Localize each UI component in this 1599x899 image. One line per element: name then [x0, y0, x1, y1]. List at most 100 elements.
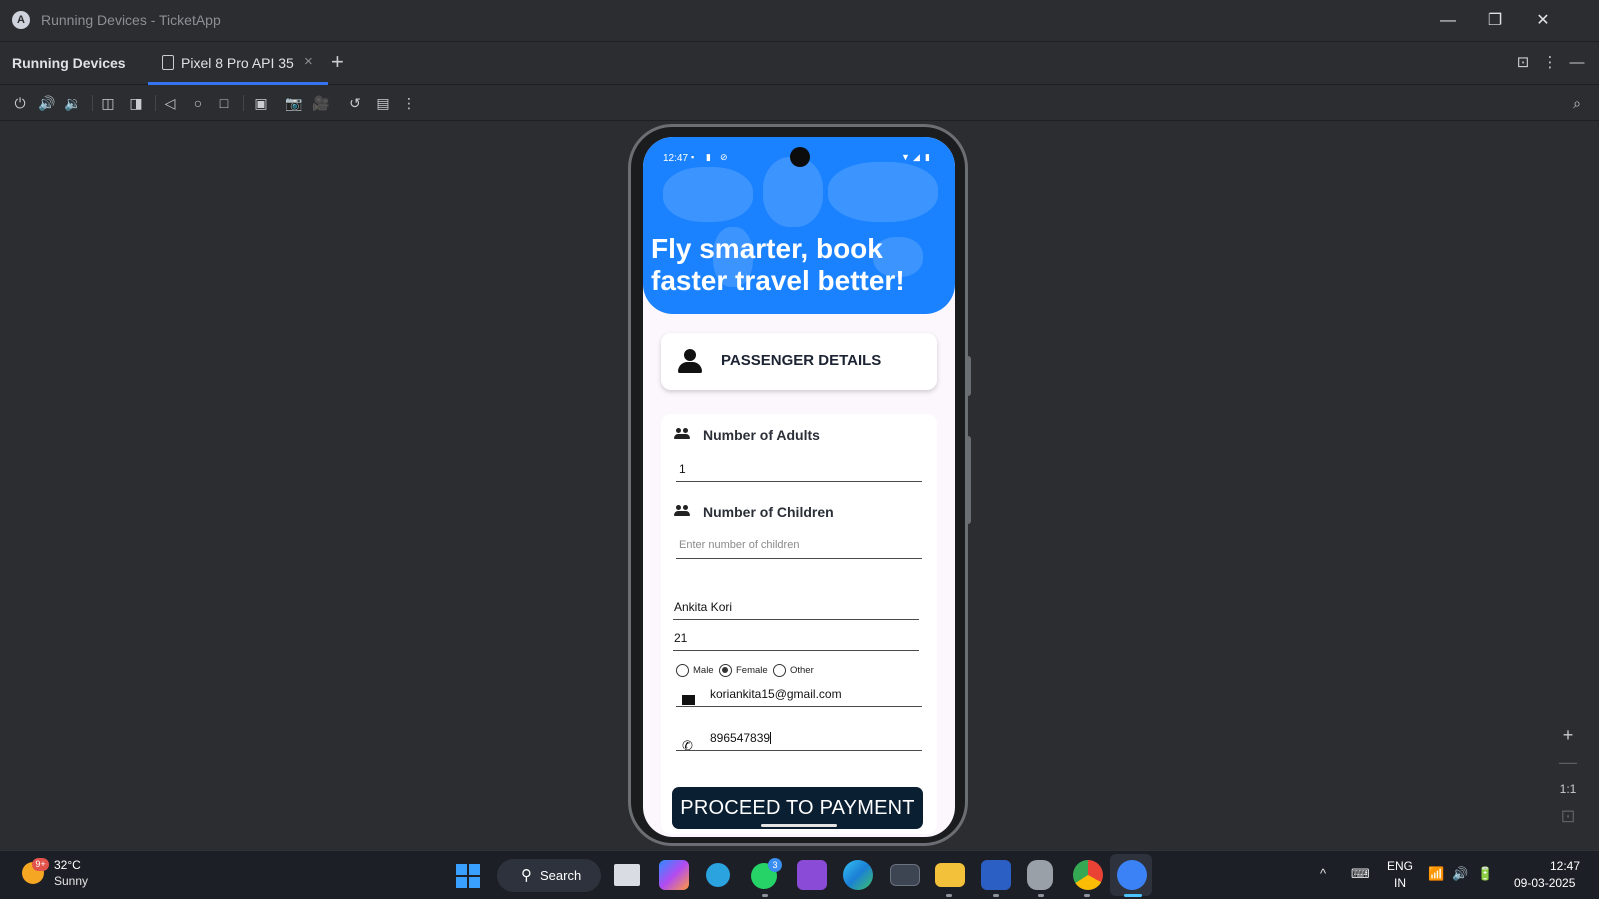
wifi-icon[interactable]: 📶	[1428, 866, 1444, 882]
overview-icon[interactable]: □	[214, 93, 234, 113]
file-explorer-icon[interactable]	[935, 863, 965, 887]
name-input[interactable]: Ankita Kori	[673, 600, 919, 620]
status-time: 12:47	[663, 153, 689, 164]
gender-male-label: Male	[693, 665, 714, 676]
windows-taskbar: 9+ 32°C Sunny ⚲ Search 3 ^ ⌨ ENG IN 📶 🔊 …	[0, 850, 1599, 899]
status-bar: 12:47 ▪ ▮ ⊘ ▼ ◢ ▮	[643, 137, 955, 173]
tray-chevron-icon[interactable]: ^	[1320, 866, 1326, 881]
close-button[interactable]: ✕	[1529, 8, 1557, 34]
age-input[interactable]: 21	[673, 631, 919, 651]
battery-icon[interactable]: 🔋	[1477, 866, 1493, 882]
passenger-details-title: PASSENGER DETAILS	[721, 352, 882, 369]
back-icon[interactable]: ◁	[160, 93, 180, 113]
person-icon	[678, 349, 702, 373]
chrome-icon[interactable]	[1073, 860, 1103, 890]
zoom-controls: + — 1:1 ⊡	[1551, 722, 1585, 832]
children-input[interactable]: Enter number of children	[676, 539, 922, 559]
rotate-left-icon[interactable]: ◫	[98, 93, 118, 113]
screen-record-icon[interactable]: 🎥	[311, 93, 331, 113]
zoom-out-button[interactable]: —	[1551, 749, 1585, 776]
active-indicator	[1124, 894, 1142, 897]
group-icon	[674, 505, 690, 517]
notification-icon: ▪	[691, 152, 695, 162]
minimize-button[interactable]: —	[1434, 8, 1462, 34]
front-camera	[790, 147, 810, 167]
reset-icon[interactable]: ↺	[345, 93, 365, 113]
phone-value: 896547839	[710, 731, 771, 745]
restore-button[interactable]: ❐	[1481, 8, 1509, 34]
copilot-icon[interactable]	[659, 860, 689, 890]
text-cursor	[770, 732, 772, 744]
inspect-icon[interactable]: ⌕	[1567, 93, 1587, 113]
language-code[interactable]: ENG	[1387, 859, 1413, 873]
edge-icon[interactable]	[843, 860, 873, 890]
device-frame-icon[interactable]: ▣	[251, 93, 271, 113]
visual-studio-icon[interactable]	[797, 860, 827, 890]
tool-window-header: Running Devices Pixel 8 Pro API 35 × + ⊡…	[0, 42, 1599, 85]
terminal-icon[interactable]	[890, 864, 920, 886]
sim-icon: ▮	[706, 152, 711, 162]
device-screen: 12:47 ▪ ▮ ⊘ ▼ ◢ ▮ Fly smarter, book fast…	[643, 137, 955, 837]
running-indicator	[993, 894, 999, 897]
volume-down-icon[interactable]: 🔉	[63, 93, 83, 113]
volume-up-icon[interactable]: 🔊	[37, 93, 57, 113]
zoom-in-button[interactable]: +	[1551, 722, 1585, 749]
mirror-icon[interactable]: ▤	[373, 93, 393, 113]
toolbar-divider	[92, 95, 93, 111]
task-view-icon[interactable]	[614, 864, 640, 886]
running-indicator	[1038, 894, 1044, 897]
weather-temperature[interactable]: 32°C	[54, 858, 81, 872]
group-icon	[674, 428, 690, 440]
clock-date[interactable]: 09-03-2025	[1514, 876, 1575, 890]
passenger-details-card: PASSENGER DETAILS	[661, 333, 937, 390]
adults-label: Number of Adults	[703, 427, 820, 443]
hero-banner: 12:47 ▪ ▮ ⊘ ▼ ◢ ▮ Fly smarter, book fast…	[643, 137, 955, 314]
running-indicator	[762, 894, 768, 897]
wifi-icon: ▼	[901, 152, 910, 162]
device-icon	[162, 55, 174, 70]
actual-size-button[interactable]: 1:1	[1551, 776, 1585, 803]
telegram-icon[interactable]	[706, 863, 730, 887]
tab-close-icon[interactable]: ×	[304, 53, 313, 70]
windows-start-icon[interactable]	[456, 864, 480, 888]
gender-female-label: Female	[736, 665, 768, 676]
fit-screen-button[interactable]: ⊡	[1551, 803, 1585, 830]
power-icon[interactable]: ⏻	[10, 93, 30, 113]
battery-icon: ▮	[925, 152, 930, 162]
gender-female-radio[interactable]	[719, 664, 732, 677]
adults-input[interactable]: 1	[676, 462, 922, 482]
hero-title: Fly smarter, book faster travel better!	[651, 233, 905, 296]
toolbar-divider	[155, 95, 156, 111]
minimize-panel-icon[interactable]: —	[1567, 53, 1587, 73]
taskbar-search[interactable]: ⚲ Search	[497, 859, 601, 892]
rotate-right-icon[interactable]: ◨	[126, 93, 146, 113]
keyboard-icon[interactable]: ⌨	[1351, 866, 1370, 882]
dnd-icon: ⊘	[720, 152, 728, 162]
weather-description[interactable]: Sunny	[54, 874, 88, 888]
collapse-icon[interactable]: ⊡	[1513, 53, 1533, 73]
gender-other-radio[interactable]	[773, 664, 786, 677]
database-icon[interactable]	[1027, 860, 1053, 890]
email-input[interactable]: koriankita15@gmail.com	[676, 687, 922, 707]
running-indicator	[946, 894, 952, 897]
home-icon[interactable]: ○	[188, 93, 208, 113]
children-label: Number of Children	[703, 504, 834, 520]
phone-input[interactable]: 896547839	[676, 731, 922, 751]
gender-radio-group: Male Female Other	[676, 663, 926, 679]
screenshot-icon[interactable]: 📷	[284, 93, 304, 113]
clock-time[interactable]: 12:47	[1550, 859, 1580, 873]
volume-icon[interactable]: 🔊	[1452, 866, 1468, 882]
add-device-button[interactable]: +	[331, 49, 344, 75]
gender-male-radio[interactable]	[676, 664, 689, 677]
gesture-bar[interactable]	[761, 824, 837, 827]
word-icon[interactable]	[981, 860, 1011, 890]
tab-pixel-8-pro[interactable]: Pixel 8 Pro API 35 ×	[148, 42, 328, 85]
search-icon: ⚲	[521, 867, 532, 884]
language-region[interactable]: IN	[1394, 876, 1406, 890]
panel-title: Running Devices	[12, 55, 126, 71]
more-icon[interactable]: ⋮	[399, 93, 419, 113]
android-studio-icon[interactable]	[1117, 860, 1147, 890]
proceed-to-payment-button[interactable]: PROCEED TO PAYMENT	[672, 787, 923, 829]
more-vert-icon[interactable]: ⋮	[1540, 53, 1560, 73]
weather-badge: 9+	[32, 858, 49, 871]
